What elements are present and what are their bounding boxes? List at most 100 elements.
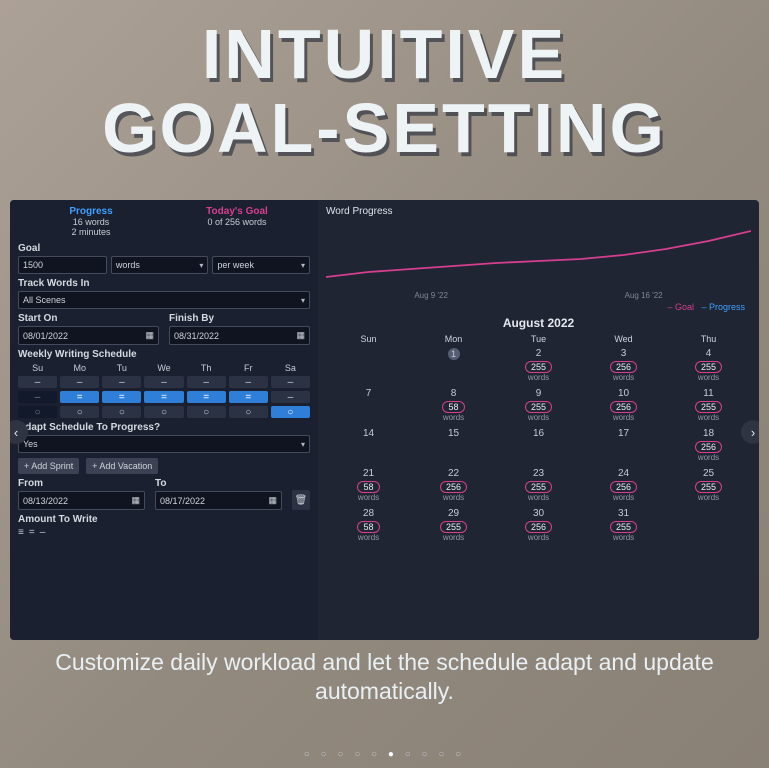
goal-amount-input[interactable] <box>18 256 107 274</box>
schedule-slot[interactable]: – <box>144 376 183 388</box>
schedule-slot[interactable]: ○ <box>60 406 99 418</box>
calendar-cell[interactable]: 22 256words <box>411 468 496 502</box>
calendar-cell[interactable]: 2255words <box>496 348 581 382</box>
schedule-slot[interactable]: – <box>187 376 226 388</box>
schedule-slot[interactable]: = <box>187 391 226 403</box>
calendar-cell[interactable]: 14 <box>326 428 411 462</box>
calendar-icon: ▦ <box>268 495 277 506</box>
today-dot: 1 <box>448 348 460 360</box>
schedule-slot[interactable]: ○ <box>187 406 226 418</box>
goal-sidebar: Progress 16 words 2 minutes Today's Goal… <box>10 200 318 640</box>
calendar-cell[interactable]: 2858words <box>326 508 411 542</box>
calendar-cell[interactable]: 858words <box>411 388 496 422</box>
dash-icon: – <box>40 527 46 538</box>
day-number: 9 <box>496 388 581 399</box>
words-sublabel: words <box>581 413 666 422</box>
calendar-cell[interactable]: 24256words <box>581 468 666 502</box>
day-number: 24 <box>581 468 666 479</box>
words-sublabel: words <box>666 493 751 502</box>
carousel-dots[interactable]: ○ ○ ○ ○ ○ ● ○ ○ ○ ○ <box>0 749 769 760</box>
words-pill: 255 <box>695 401 722 413</box>
calendar-cell[interactable]: 25255words <box>666 468 751 502</box>
add-vacation-button[interactable]: + Add Vacation <box>86 458 158 474</box>
calendar-cell[interactable]: 4255words <box>666 348 751 382</box>
day-number: 3 <box>581 348 666 359</box>
schedule-slot[interactable]: ○ <box>271 406 310 418</box>
calendar-cell[interactable]: 15 <box>411 428 496 462</box>
day-number: 22 <box>411 468 496 479</box>
add-sprint-button[interactable]: + Add Sprint <box>18 458 79 474</box>
day-number: 30 <box>496 508 581 519</box>
words-sublabel: words <box>411 533 496 542</box>
start-date-input[interactable]: ▦ <box>18 326 159 345</box>
words-sublabel: words <box>411 413 496 422</box>
to-label: To <box>155 478 282 489</box>
calendar-cell[interactable]: 1 <box>411 348 496 382</box>
words-pill: 255 <box>525 481 552 493</box>
words-pill: 58 <box>357 481 379 493</box>
calendar-cell[interactable]: 10 256words <box>581 388 666 422</box>
day-number: 29 <box>411 508 496 519</box>
day-number: 10 <box>581 388 666 399</box>
calendar-cell[interactable] <box>326 348 411 382</box>
words-pill: 255 <box>525 361 552 373</box>
calendar-cell[interactable]: 2158words <box>326 468 411 502</box>
calendar-cell[interactable]: 29255words <box>411 508 496 542</box>
words-sublabel: words <box>666 373 751 382</box>
to-date-input[interactable]: ▦ <box>155 491 282 510</box>
words-sublabel: words <box>411 493 496 502</box>
marketing-caption: Customize daily workload and let the sch… <box>0 648 769 706</box>
amount-mode-toggle[interactable]: ≡ = – <box>18 527 310 538</box>
calendar-cell[interactable]: 11255words <box>666 388 751 422</box>
goal-unit-select[interactable]: words▾ <box>111 256 209 274</box>
finish-date-input[interactable]: ▦ <box>169 326 310 345</box>
day-number: 8 <box>411 388 496 399</box>
words-pill: 256 <box>610 401 637 413</box>
track-words-select[interactable]: All Scenes▾ <box>18 291 310 309</box>
chart-legend: – Goal – Progress <box>326 302 751 312</box>
schedule-slot[interactable]: = <box>102 391 141 403</box>
schedule-slot[interactable]: – <box>271 391 310 403</box>
calendar-cell[interactable]: 7 <box>326 388 411 422</box>
schedule-slot[interactable]: ○ <box>229 406 268 418</box>
goal-period-select[interactable]: per week▾ <box>212 256 310 274</box>
from-date-input[interactable]: ▦ <box>18 491 145 510</box>
calendar-cell[interactable]: 9255words <box>496 388 581 422</box>
weekly-schedule-grid: Su Mo Tu We Th Fr Sa – – – – – – – – = =… <box>18 363 310 418</box>
calendar-cell[interactable]: 16 <box>496 428 581 462</box>
delete-range-button[interactable]: 🗑 <box>292 490 310 510</box>
calendar-cell[interactable] <box>666 508 751 542</box>
schedule-slot[interactable]: ○ <box>144 406 183 418</box>
schedule-slot[interactable]: ○ <box>102 406 141 418</box>
schedule-slot[interactable]: = <box>229 391 268 403</box>
words-sublabel: words <box>666 453 751 462</box>
words-pill: 255 <box>695 361 722 373</box>
schedule-slot[interactable]: – <box>18 376 57 388</box>
start-on-label: Start On <box>18 313 159 324</box>
marketing-heading: INTUITIVE GOAL-SETTING <box>0 0 769 165</box>
calendar-cell[interactable]: 31255words <box>581 508 666 542</box>
finish-by-label: Finish By <box>169 313 310 324</box>
schedule-slot[interactable]: – <box>60 376 99 388</box>
words-sublabel: words <box>326 533 411 542</box>
day-number: 14 <box>326 428 411 439</box>
calendar-cell[interactable]: 18256words <box>666 428 751 462</box>
day-number: 31 <box>581 508 666 519</box>
schedule-slot[interactable]: = <box>60 391 99 403</box>
calendar-cell[interactable]: 3256words <box>581 348 666 382</box>
carousel-next-button[interactable]: › <box>741 420 759 444</box>
calendar-cell[interactable]: 30256words <box>496 508 581 542</box>
schedule-slot[interactable]: = <box>144 391 183 403</box>
calendar-cell[interactable]: 17 <box>581 428 666 462</box>
schedule-slot[interactable]: – <box>18 391 57 403</box>
schedule-slot[interactable]: – <box>271 376 310 388</box>
schedule-slot[interactable]: – <box>229 376 268 388</box>
adapt-schedule-select[interactable]: Yes▾ <box>18 435 310 453</box>
schedule-slot[interactable]: ○ <box>18 406 57 418</box>
schedule-slot[interactable]: – <box>102 376 141 388</box>
main-panel: Word Progress Aug 9 '22 Aug 16 '22 – Goa… <box>318 200 759 640</box>
words-sublabel: words <box>496 533 581 542</box>
calendar-cell[interactable]: 23255words <box>496 468 581 502</box>
words-pill: 256 <box>440 481 467 493</box>
cal-header: Thu <box>666 334 751 344</box>
